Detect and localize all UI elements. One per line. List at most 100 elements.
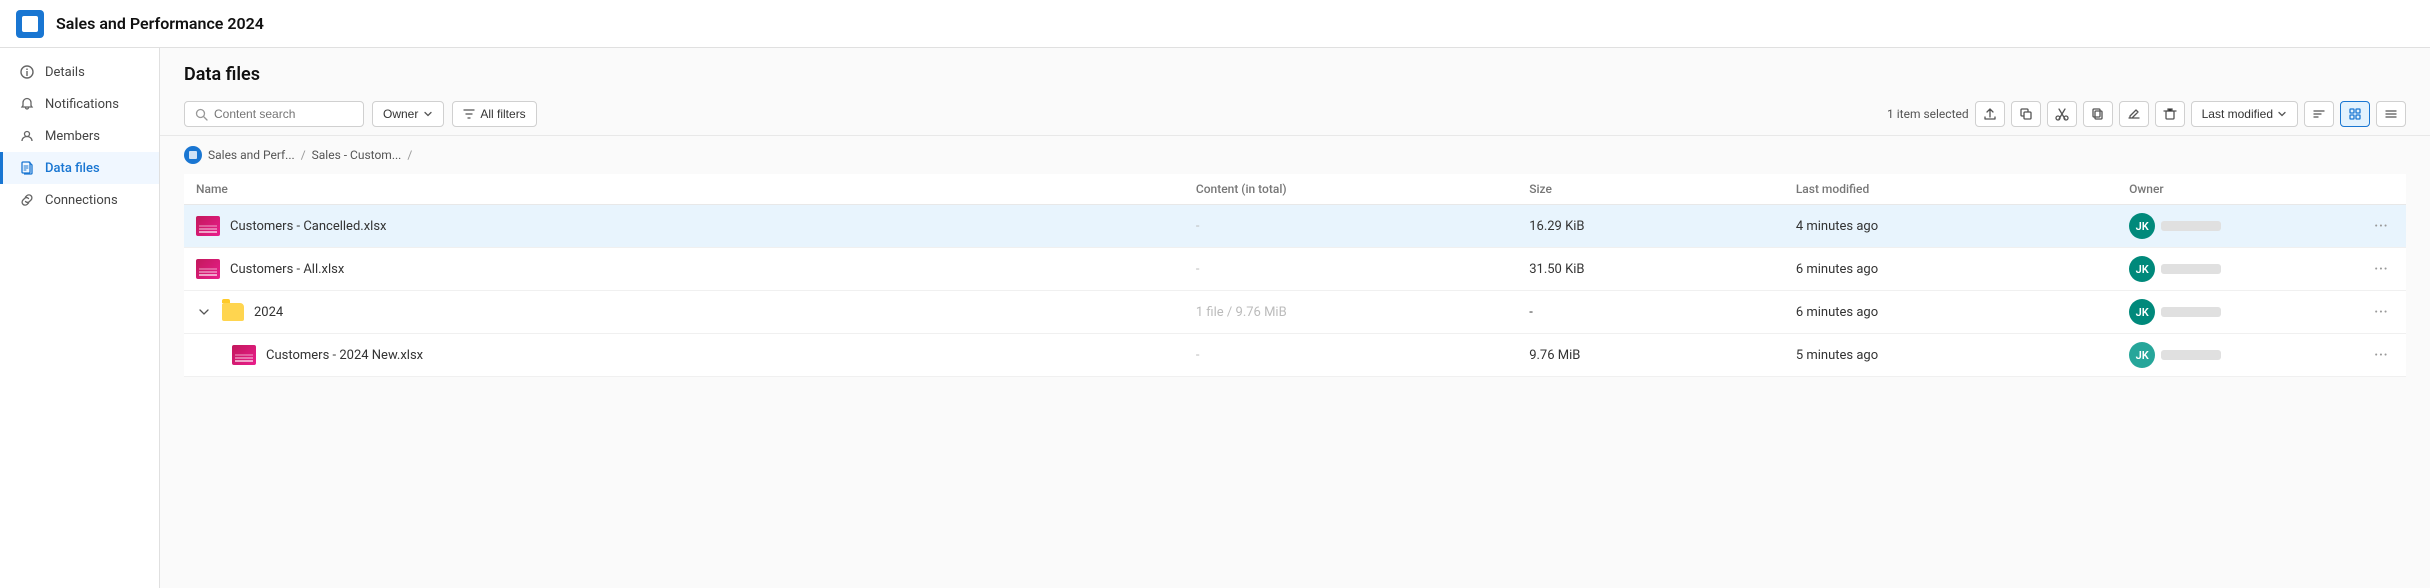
- size-cell: 16.29 KiB: [1517, 205, 1784, 248]
- modified-cell: 4 minutes ago: [1784, 205, 2117, 248]
- grid-view-button[interactable]: [2340, 101, 2370, 127]
- file-name-cell: 2024: [184, 291, 1184, 334]
- file-name-cell: Customers - All.xlsx: [184, 248, 1184, 291]
- xlsx-file-icon: [196, 259, 220, 279]
- col-size: Size: [1517, 174, 1784, 205]
- owner-cell: JK: [2117, 334, 2339, 377]
- col-content: Content (in total): [1184, 174, 1517, 205]
- table-row[interactable]: 2024 1 file / 9.76 MiB - 6 minutes ago J…: [184, 291, 2406, 334]
- list-view-button[interactable]: [2376, 101, 2406, 127]
- breadcrumb-home-icon: [184, 146, 202, 164]
- toolbar-right: 1 item selected: [1887, 101, 2406, 127]
- rename-button[interactable]: [2119, 101, 2149, 127]
- folder-icon: [222, 303, 244, 321]
- sidebar-item-data-files[interactable]: Data files: [0, 152, 159, 184]
- sort-button[interactable]: Last modified: [2191, 101, 2298, 127]
- list-view-icon: [2384, 107, 2398, 121]
- cut-button[interactable]: [2047, 101, 2077, 127]
- table-row[interactable]: Customers - All.xlsx - 31.50 KiB 6 minut…: [184, 248, 2406, 291]
- sort-options-icon: [2312, 107, 2326, 121]
- sidebar-item-notifications[interactable]: Notifications: [0, 88, 159, 120]
- content-cell: 1 file / 9.76 MiB: [1184, 291, 1517, 334]
- owner-filter-button[interactable]: Owner: [372, 101, 444, 127]
- owner-avatar: JK: [2129, 299, 2155, 325]
- sidebar-item-details[interactable]: Details: [0, 56, 159, 88]
- expand-button[interactable]: [196, 304, 212, 320]
- breadcrumb-sep-2: /: [407, 148, 412, 162]
- file-name-text: Customers - 2024 New.xlsx: [266, 348, 423, 363]
- main-content: Data files Owner All filters 1 item sele…: [160, 48, 2430, 588]
- search-input[interactable]: [214, 107, 344, 121]
- sidebar-item-details-label: Details: [45, 65, 85, 80]
- chevron-down-icon-sort: [2277, 109, 2287, 119]
- breadcrumb-item-sub[interactable]: Sales - Custom...: [312, 148, 402, 162]
- sidebar: Details Notifications Members Data files: [0, 48, 160, 588]
- sidebar-item-members-label: Members: [45, 129, 100, 144]
- file-table-container: Name Content (in total) Size Last modifi…: [160, 174, 2430, 588]
- breadcrumb: Sales and Perf... / Sales - Custom... /: [160, 136, 2430, 174]
- row-menu-button[interactable]: ···: [2368, 343, 2394, 368]
- xlsx-file-icon: [232, 345, 256, 365]
- col-name: Name: [184, 174, 1184, 205]
- chevron-down-icon: [423, 109, 433, 119]
- owner-name-bar: [2161, 264, 2221, 274]
- grid-view-icon: [2348, 107, 2362, 121]
- owner-cell: JK: [2117, 291, 2339, 334]
- col-last-modified: Last modified: [1784, 174, 2117, 205]
- duplicate-button[interactable]: [2083, 101, 2113, 127]
- delete-button[interactable]: [2155, 101, 2185, 127]
- trash-icon: [2163, 107, 2177, 121]
- table-header-row: Name Content (in total) Size Last modifi…: [184, 174, 2406, 205]
- upload-button[interactable]: [1975, 101, 2005, 127]
- modified-cell: 5 minutes ago: [1784, 334, 2117, 377]
- app-title: Sales and Performance 2024: [56, 14, 264, 33]
- size-cell: 31.50 KiB: [1517, 248, 1784, 291]
- row-menu-button[interactable]: ···: [2368, 257, 2394, 282]
- search-icon: [195, 108, 208, 121]
- file-icon: [19, 160, 35, 176]
- page-title: Data files: [184, 64, 2406, 85]
- row-menu-button[interactable]: ···: [2368, 300, 2394, 325]
- owner-name-bar: [2161, 350, 2221, 360]
- content-cell: -: [1184, 334, 1517, 377]
- breadcrumb-item-root[interactable]: Sales and Perf...: [208, 148, 295, 162]
- page-header: Data files: [160, 48, 2430, 93]
- all-filters-button[interactable]: All filters: [452, 101, 536, 127]
- sort-label: Last modified: [2202, 107, 2273, 121]
- file-name-cell: Customers - Cancelled.xlsx: [184, 205, 1184, 248]
- size-cell: -: [1517, 291, 1784, 334]
- file-name-cell: Customers - 2024 New.xlsx: [184, 334, 1184, 377]
- sidebar-item-members[interactable]: Members: [0, 120, 159, 152]
- table-row[interactable]: Customers - 2024 New.xlsx - 9.76 MiB 5 m…: [184, 334, 2406, 377]
- content-cell: -: [1184, 248, 1517, 291]
- modified-cell: 6 minutes ago: [1784, 291, 2117, 334]
- bell-icon: [19, 96, 35, 112]
- search-box: [184, 101, 364, 127]
- sidebar-item-connections-label: Connections: [45, 193, 118, 208]
- owner-cell: JK: [2117, 205, 2339, 248]
- owner-name-bar: [2161, 307, 2221, 317]
- table-row[interactable]: Customers - Cancelled.xlsx - 16.29 KiB 4…: [184, 205, 2406, 248]
- sort-options-button[interactable]: [2304, 101, 2334, 127]
- upload-icon: [1983, 107, 1997, 121]
- owner-avatar: JK: [2129, 342, 2155, 368]
- app-logo: [16, 10, 44, 38]
- row-menu-button[interactable]: ···: [2368, 214, 2394, 239]
- file-name-text: Customers - Cancelled.xlsx: [230, 219, 386, 234]
- row-actions-cell: ···: [2339, 248, 2406, 291]
- file-table: Name Content (in total) Size Last modifi…: [184, 174, 2406, 377]
- person-icon: [19, 128, 35, 144]
- toolbar: Owner All filters 1 item selected: [160, 93, 2430, 136]
- info-icon: [19, 64, 35, 80]
- row-actions-cell: ···: [2339, 205, 2406, 248]
- app-header: Sales and Performance 2024: [0, 0, 2430, 48]
- copy-link-button[interactable]: [2011, 101, 2041, 127]
- file-name-text: 2024: [254, 305, 283, 320]
- content-cell: -: [1184, 205, 1517, 248]
- sidebar-item-connections[interactable]: Connections: [0, 184, 159, 216]
- rename-icon: [2127, 107, 2141, 121]
- owner-name-bar: [2161, 221, 2221, 231]
- owner-avatar: JK: [2129, 213, 2155, 239]
- row-actions-cell: ···: [2339, 291, 2406, 334]
- xlsx-file-icon: [196, 216, 220, 236]
